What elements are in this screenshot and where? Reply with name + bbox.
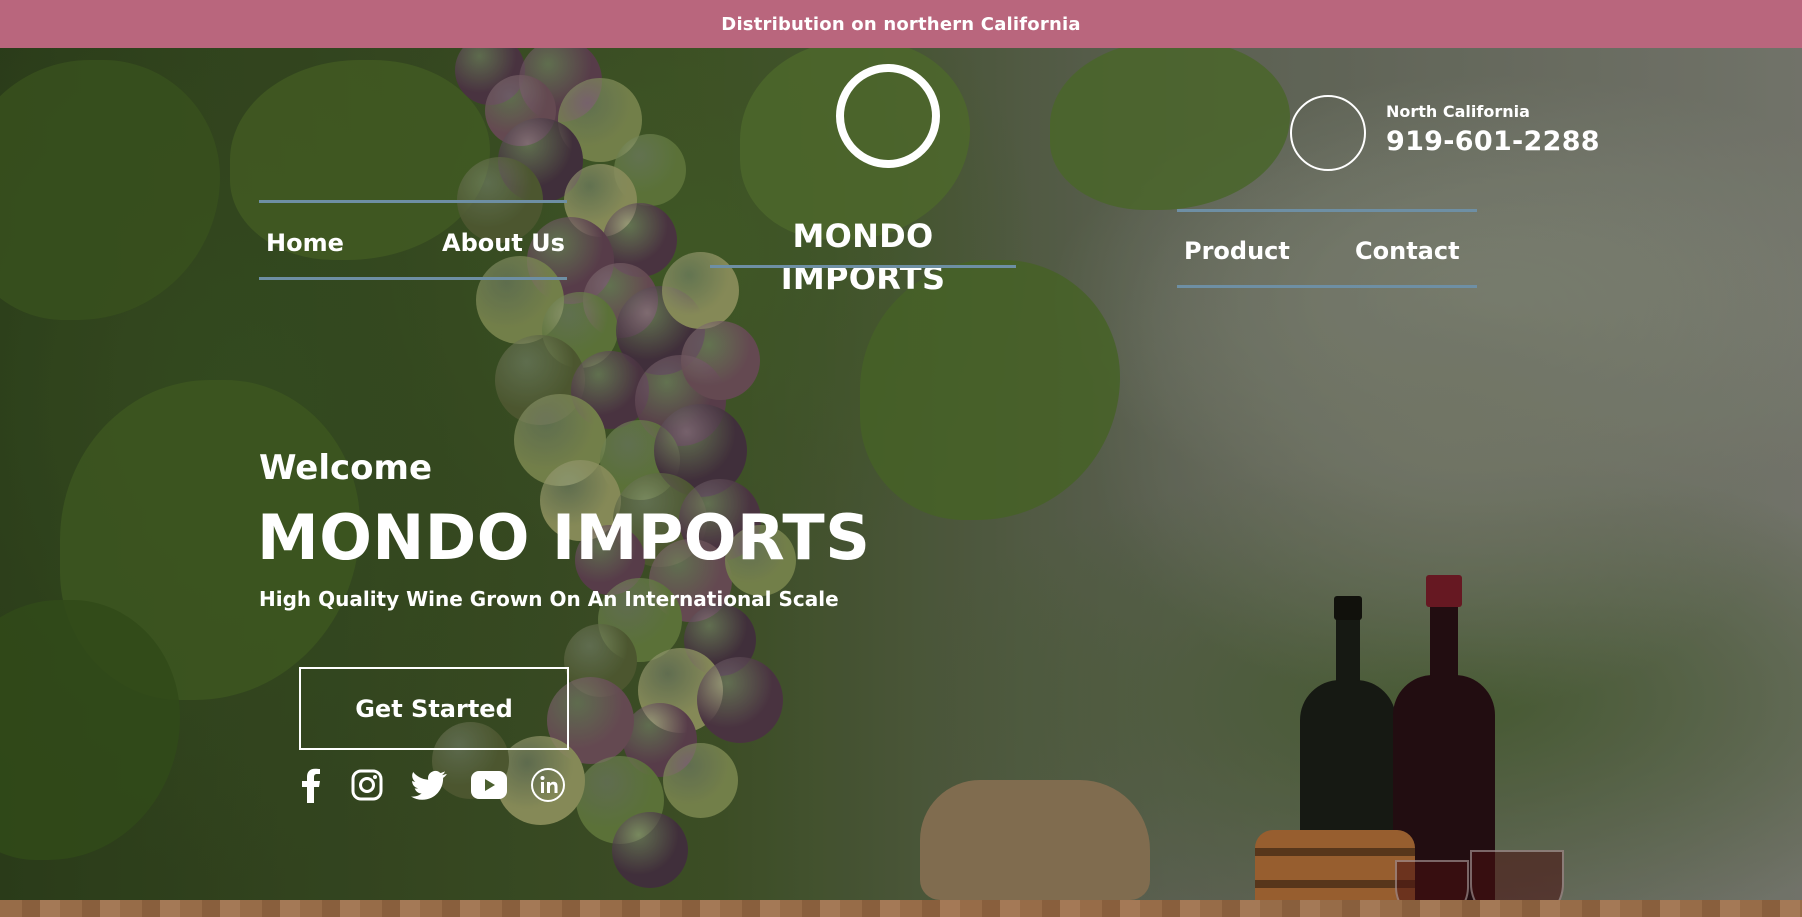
hero-title: MONDO IMPORTS (257, 501, 871, 574)
twitter-icon[interactable] (407, 763, 451, 807)
hero-welcome: Welcome (259, 448, 433, 488)
nav-left-divider-bottom (259, 277, 567, 280)
brand-underline (710, 265, 1016, 268)
phone-icon (1290, 95, 1366, 171)
get-started-button[interactable]: Get Started (299, 667, 569, 750)
hero-subtitle: High Quality Wine Grown On An Internatio… (259, 587, 839, 611)
nav-right-divider-top (1177, 209, 1477, 212)
nav-left-divider-top (259, 200, 567, 203)
nav-right-divider-bottom (1177, 285, 1477, 288)
nav-product[interactable]: Product (1184, 236, 1290, 266)
header-brand[interactable]: MONDO IMPORTS (710, 215, 1016, 299)
announcement-banner: Distribution on northern California (0, 0, 1802, 48)
contact-phone[interactable]: 919-601-2288 (1386, 126, 1600, 157)
nav-about-us[interactable]: About Us (442, 228, 565, 258)
banner-text: Distribution on northern California (721, 13, 1081, 35)
instagram-icon[interactable] (345, 763, 389, 807)
facebook-icon[interactable] (289, 763, 333, 807)
logo-ring-icon[interactable] (836, 64, 940, 168)
linkedin-icon[interactable] (526, 763, 570, 807)
contact-region: North California (1386, 102, 1530, 121)
nav-contact[interactable]: Contact (1355, 236, 1460, 266)
youtube-icon[interactable] (467, 763, 511, 807)
nav-home[interactable]: Home (266, 228, 344, 258)
